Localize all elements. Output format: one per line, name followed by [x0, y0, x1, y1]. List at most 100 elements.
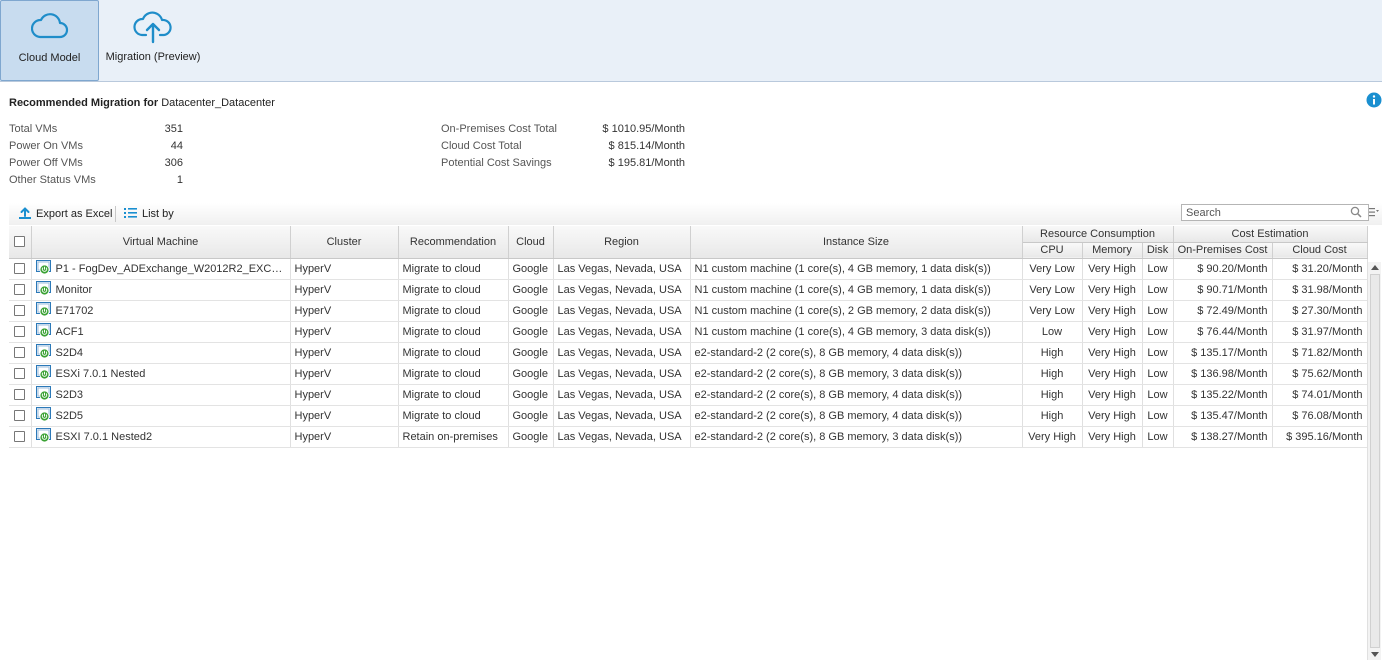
row-checkbox[interactable] [14, 431, 26, 443]
info-icon[interactable] [1366, 92, 1382, 111]
list-by-button[interactable]: List by [124, 205, 174, 223]
col-disk[interactable]: Disk [1142, 242, 1174, 259]
vm-cell[interactable]: ESXi 7.0.1 Nested [31, 363, 291, 385]
region-cell: Las Vegas, Nevada, USA [553, 279, 691, 301]
heading-prefix: Recommended Migration for [9, 97, 159, 109]
recommendation-cell: Migrate to cloud [398, 258, 509, 280]
region-cell: Las Vegas, Nevada, USA [553, 363, 691, 385]
vm-name: ESXI 7.0.1 Nested2 [55, 430, 153, 443]
cpu-cell: Low [1022, 321, 1083, 343]
vm-status-icon [35, 301, 52, 320]
row-checkbox[interactable] [14, 389, 26, 401]
onprem-cost-cell: $ 138.27/Month [1173, 426, 1273, 448]
vm-cell[interactable]: Monitor [31, 279, 291, 301]
cloud-cost-cell: $ 31.98/Month [1272, 279, 1368, 301]
vm-cell[interactable]: ACF1 [31, 321, 291, 343]
table-row[interactable]: S2D3 HyperV Migrate to cloud Google Las Vega… [9, 384, 1368, 406]
row-checkbox[interactable] [14, 347, 26, 359]
vm-cell[interactable]: P1 - FogDev_ADExchange_W2012R2_EXC2016..… [31, 258, 291, 280]
row-checkbox[interactable] [14, 305, 26, 317]
power-off-vms-value: 306 [164, 157, 183, 169]
table-row[interactable]: P1 - FogDev_ADExchange_W2012R2_EXC2016..… [9, 258, 1368, 280]
onprem-cost-cell: $ 72.49/Month [1173, 300, 1273, 322]
search-input[interactable] [1181, 204, 1369, 221]
memory-cell: Very High [1082, 363, 1143, 385]
region-cell: Las Vegas, Nevada, USA [553, 300, 691, 322]
onprem-cost-cell: $ 76.44/Month [1173, 321, 1273, 343]
region-cell: Las Vegas, Nevada, USA [553, 258, 691, 280]
table-row[interactable]: ESXI 7.0.1 Nested2 HyperV Retain on-premis… [9, 426, 1368, 448]
cpu-cell: High [1022, 342, 1083, 364]
region-cell: Las Vegas, Nevada, USA [553, 321, 691, 343]
vm-name: P1 - FogDev_ADExchange_W2012R2_EXC2016..… [55, 262, 286, 275]
export-excel-label: Export as Excel [36, 208, 113, 220]
column-menu-icon[interactable] [1369, 207, 1379, 220]
recommendation-cell: Retain on-premises [398, 426, 509, 448]
cloud-model-button[interactable]: Cloud Model [0, 0, 99, 81]
col-cluster[interactable]: Cluster [290, 226, 399, 259]
row-checkbox[interactable] [14, 410, 26, 422]
row-select-cell [9, 426, 32, 448]
col-cloud-cost[interactable]: Cloud Cost [1272, 242, 1368, 259]
vertical-scrollbar[interactable] [1367, 262, 1381, 660]
vm-cell[interactable]: S2D4 [31, 342, 291, 364]
disk-cell: Low [1142, 384, 1174, 406]
potential-savings-value: $ 195.81/Month [608, 157, 685, 169]
other-status-vms-label: Other Status VMs [9, 174, 96, 186]
cpu-cell: Very Low [1022, 279, 1083, 301]
other-status-vms-value: 1 [176, 174, 183, 186]
recommendation-cell: Migrate to cloud [398, 405, 509, 427]
row-checkbox[interactable] [14, 263, 26, 275]
region-cell: Las Vegas, Nevada, USA [553, 405, 691, 427]
memory-cell: Very High [1082, 279, 1143, 301]
col-recommendation[interactable]: Recommendation [398, 226, 509, 259]
recommendation-cell: Migrate to cloud [398, 279, 509, 301]
vm-status-icon [35, 259, 52, 278]
cloud-cost-cell: $ 71.82/Month [1272, 342, 1368, 364]
col-memory[interactable]: Memory [1082, 242, 1143, 259]
vm-status-icon [35, 280, 52, 299]
row-checkbox[interactable] [14, 368, 26, 380]
table-row[interactable]: E71702 HyperV Migrate to cloud Google Las Ve… [9, 300, 1368, 322]
cloud-cost-total-value: $ 815.14/Month [608, 140, 685, 152]
cloud-cell: Google [508, 405, 554, 427]
table-row[interactable]: Monitor HyperV Migrate to cloud Google Las V… [9, 279, 1368, 301]
onprem-cost-cell: $ 90.71/Month [1173, 279, 1273, 301]
select-all-header [9, 226, 32, 259]
col-region[interactable]: Region [553, 226, 691, 259]
col-virtual-machine[interactable]: Virtual Machine [31, 226, 291, 259]
cloud-cell: Google [508, 258, 554, 280]
cluster-cell: HyperV [290, 258, 399, 280]
table-row[interactable]: ACF1 HyperV Migrate to cloud Google Las Vega… [9, 321, 1368, 343]
disk-cell: Low [1142, 300, 1174, 322]
scroll-up-arrow-icon[interactable] [1371, 265, 1379, 270]
col-onprem-cost[interactable]: On-Premises Cost [1173, 242, 1273, 259]
region-cell: Las Vegas, Nevada, USA [553, 342, 691, 364]
vm-name: S2D3 [55, 388, 84, 401]
vm-cell[interactable]: S2D5 [31, 405, 291, 427]
col-cpu[interactable]: CPU [1022, 242, 1083, 259]
scroll-down-arrow-icon[interactable] [1371, 652, 1379, 657]
select-all-checkbox[interactable] [14, 236, 26, 248]
power-on-vms-value: 44 [170, 140, 183, 152]
export-excel-button[interactable]: Export as Excel [18, 205, 112, 223]
memory-cell: Very High [1082, 300, 1143, 322]
migration-preview-button[interactable]: Migration (Preview) [100, 0, 206, 81]
col-cloud[interactable]: Cloud [508, 226, 554, 259]
vm-cell[interactable]: E71702 [31, 300, 291, 322]
table-row[interactable]: S2D5 HyperV Migrate to cloud Google Las Vega… [9, 405, 1368, 427]
row-checkbox[interactable] [14, 284, 26, 296]
cloud-cost-cell: $ 27.30/Month [1272, 300, 1368, 322]
memory-cell: Very High [1082, 384, 1143, 406]
col-instance-size[interactable]: Instance Size [690, 226, 1023, 259]
table-row[interactable]: ESXi 7.0.1 Nested HyperV Migrate to cloud G… [9, 363, 1368, 385]
vm-cell[interactable]: S2D3 [31, 384, 291, 406]
vm-cell[interactable]: ESXI 7.0.1 Nested2 [31, 426, 291, 448]
cpu-cell: Very High [1022, 426, 1083, 448]
cloud-cost-cell: $ 76.08/Month [1272, 405, 1368, 427]
search-icon[interactable] [1350, 206, 1362, 221]
scroll-thumb[interactable] [1370, 274, 1380, 648]
cloud-upload-icon [133, 10, 173, 47]
table-row[interactable]: S2D4 HyperV Migrate to cloud Google Las Vega… [9, 342, 1368, 364]
row-checkbox[interactable] [14, 326, 26, 338]
